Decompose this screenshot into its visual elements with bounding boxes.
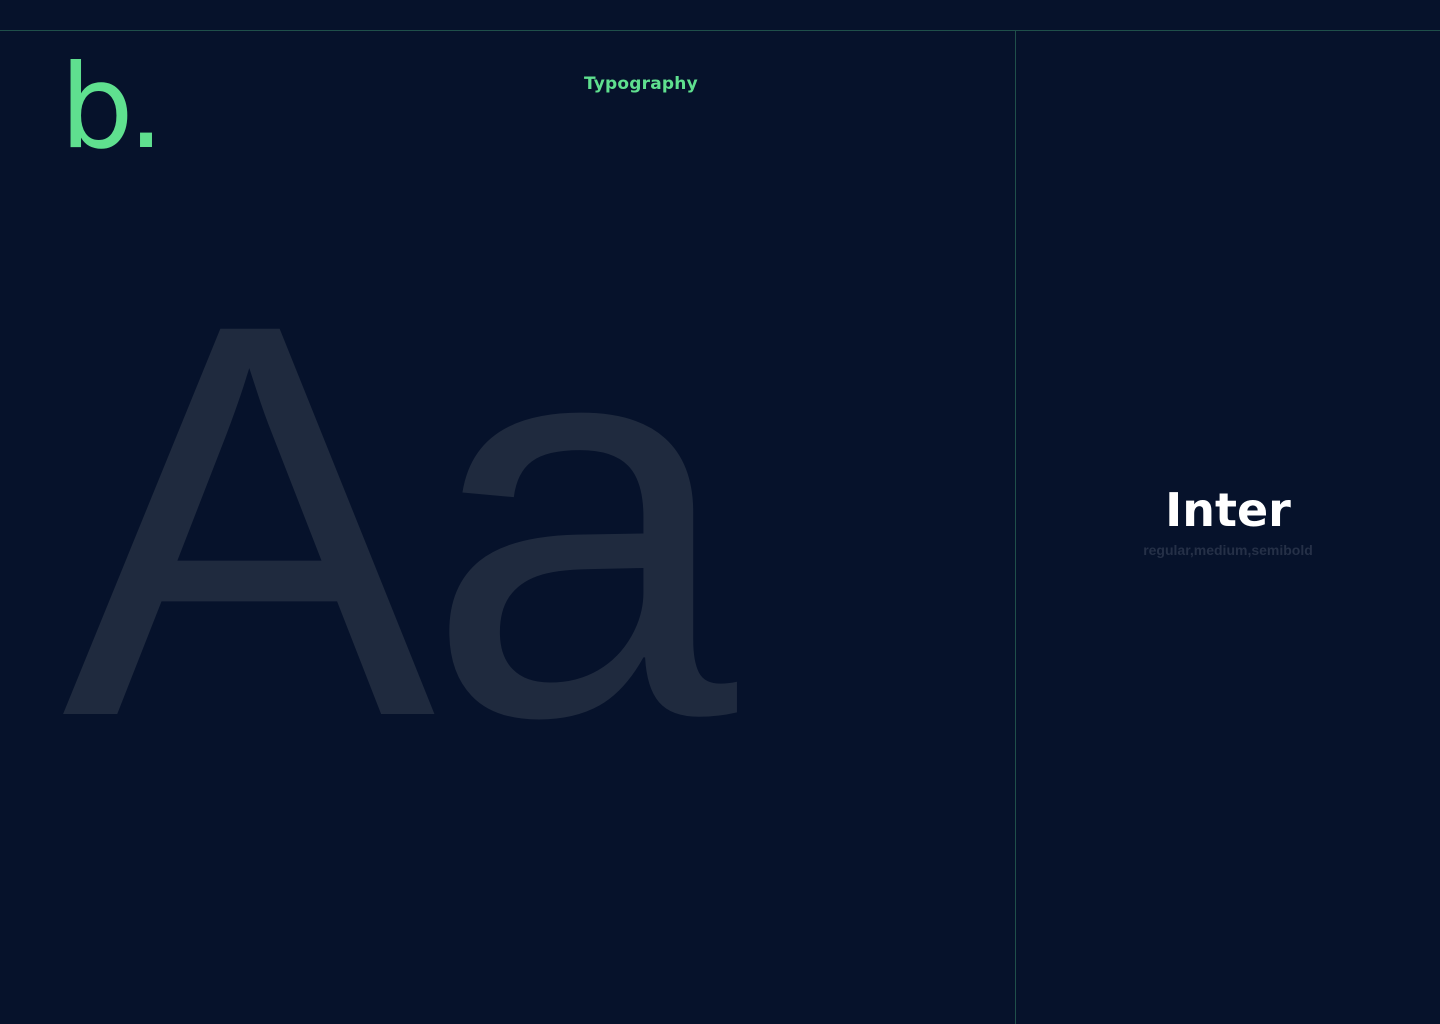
font-weights: regular,medium,semibold (1143, 542, 1313, 558)
top-divider (0, 30, 1440, 31)
type-specimen: Aa (62, 207, 737, 833)
font-name: Inter (1165, 483, 1291, 537)
section-title: Typography (584, 74, 698, 94)
brand-logo: b. (60, 40, 164, 175)
font-info-panel: Inter regular,medium,semibold (1016, 480, 1440, 558)
